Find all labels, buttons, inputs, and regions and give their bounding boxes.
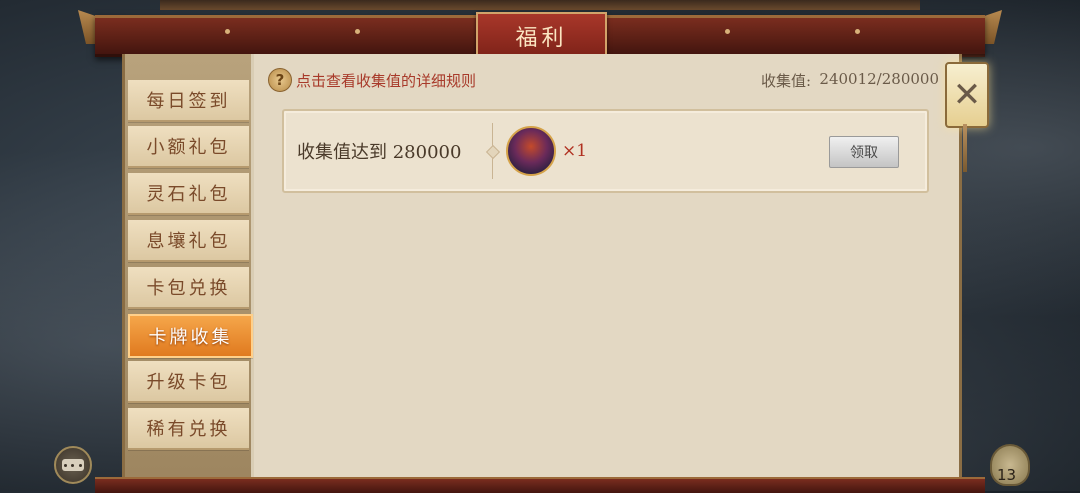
sidebar-item-card-pack-exchange[interactable]: 卡包兑换 (128, 267, 249, 309)
collect-value-label: 收集值: (760, 72, 811, 90)
roof-beam (160, 0, 920, 10)
sidebar: 每日签到 小额礼包 灵石礼包 息壤礼包 卡包兑换 卡牌收集 升级卡包 稀有兑换 (125, 54, 253, 477)
divider-ornament (485, 144, 501, 160)
sidebar-item-upgrade-pack[interactable]: 升级卡包 (128, 361, 249, 403)
content-area: ? 点击查看收集值的详细规则 收集值: 240012/280000 收集值达到 … (254, 54, 959, 477)
beam-stud (725, 29, 730, 34)
beam-stud (225, 29, 230, 34)
card-avatar-icon[interactable] (506, 126, 556, 176)
main-panel: 每日签到 小额礼包 灵石礼包 息壤礼包 卡包兑换 卡牌收集 升级卡包 稀有兑换 … (122, 54, 962, 477)
close-button[interactable]: ✕ (945, 62, 989, 128)
beam-stud (855, 29, 860, 34)
close-icon: ✕ (952, 75, 982, 115)
info-bar: ? 点击查看收集值的详细规则 收集值: 240012/280000 (254, 54, 959, 98)
reward-quantity: ×1 (562, 141, 588, 161)
claim-button[interactable]: 领取 (829, 136, 899, 168)
sidebar-item-small-pack[interactable]: 小额礼包 (128, 126, 249, 168)
lantern-tassel (963, 124, 967, 172)
page-title: 福利 (476, 12, 607, 60)
sidebar-item-daily-checkin[interactable]: 每日签到 (128, 80, 249, 122)
reward-requirement: 收集值达到 280000 (297, 142, 462, 163)
sidebar-item-rare-exchange[interactable]: 稀有兑换 (128, 408, 249, 450)
chat-icon (62, 459, 84, 471)
beam-stud (355, 29, 360, 34)
question-icon[interactable]: ? (268, 68, 292, 92)
chat-button[interactable] (54, 446, 92, 484)
rules-link[interactable]: 点击查看收集值的详细规则 (296, 70, 476, 91)
badge-count: 13 (997, 466, 1017, 484)
collect-value: 240012/280000 (819, 70, 939, 88)
sidebar-item-spirit-stone-pack[interactable]: 灵石礼包 (128, 173, 249, 215)
sidebar-item-card-collection[interactable]: 卡牌收集 (128, 314, 253, 358)
sidebar-item-xirang-pack[interactable]: 息壤礼包 (128, 220, 249, 262)
reward-row: 收集值达到 280000 ×1 领取 (282, 109, 929, 193)
